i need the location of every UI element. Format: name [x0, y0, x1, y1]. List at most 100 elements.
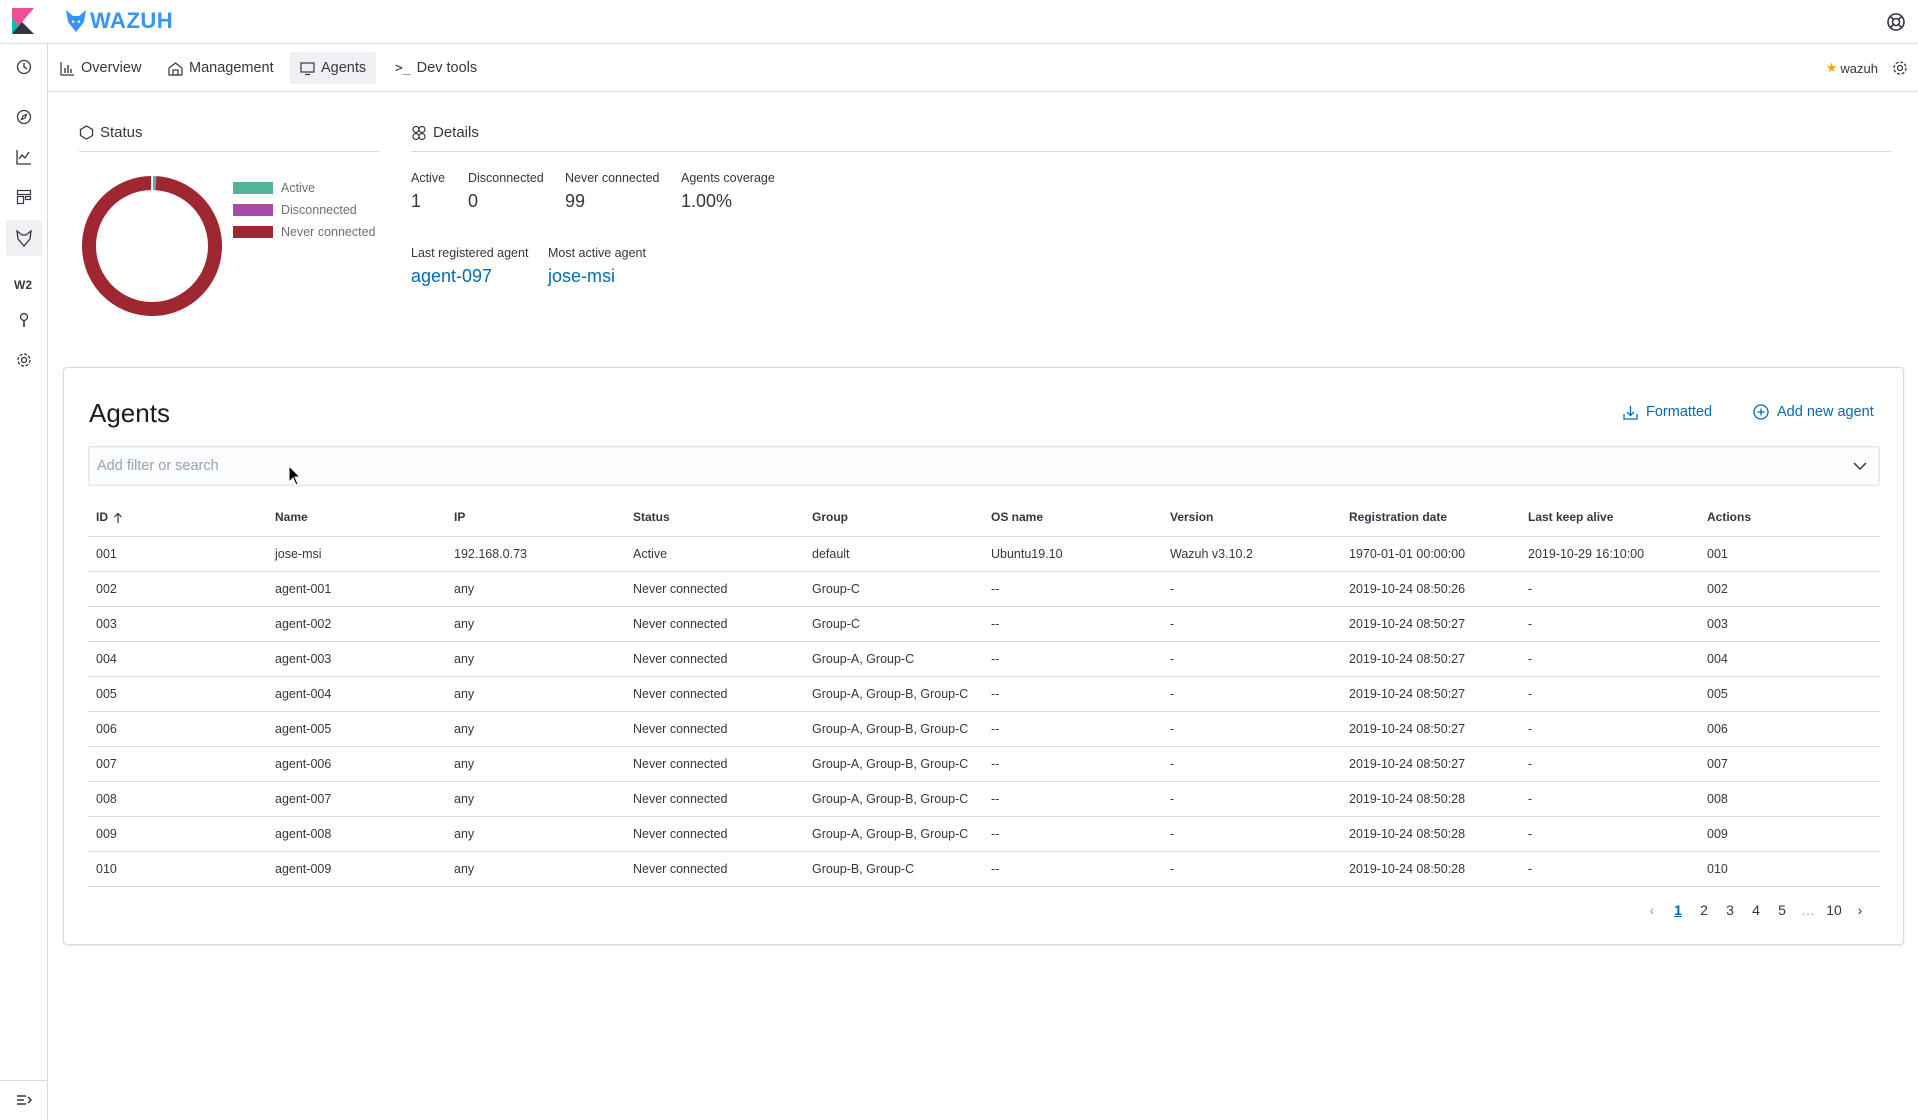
cell-group: default — [804, 536, 983, 572]
col-header-status[interactable]: Status — [625, 498, 804, 537]
cell-version: - — [1162, 606, 1341, 642]
page-1-button[interactable]: 1 — [1665, 902, 1691, 918]
most-active-agent-link[interactable]: jose-msi — [548, 266, 646, 287]
cell-last-keep-alive: - — [1520, 851, 1699, 887]
col-header-os-name[interactable]: OS name — [983, 498, 1162, 537]
agents-search-input[interactable] — [89, 447, 1829, 485]
cell-actions[interactable]: 009 — [1699, 816, 1880, 852]
w2-app-label[interactable]: W2 — [14, 278, 32, 292]
dev-tools-wrench-icon[interactable] — [12, 308, 36, 332]
col-header-actions: Actions — [1699, 498, 1880, 537]
cell-name: agent-006 — [267, 746, 446, 782]
plus-circle-icon — [1753, 404, 1769, 420]
cell-group: Group-A, Group-B, Group-C — [804, 746, 983, 782]
tab-agents[interactable]: Agents — [290, 52, 377, 84]
cell-group: Group-A, Group-B, Group-C — [804, 781, 983, 817]
cell-name: agent-005 — [267, 711, 446, 747]
cell-status: Never connected — [625, 711, 804, 747]
cell-name: jose-msi — [267, 536, 446, 572]
last-registered-agent-link[interactable]: agent-097 — [411, 266, 528, 287]
cell-os-name: -- — [983, 711, 1162, 747]
cell-version: - — [1162, 816, 1341, 852]
col-header-group[interactable]: Group — [804, 498, 983, 537]
table-row[interactable]: 001 jose-msi 192.168.0.73 Active default Ubun… — [88, 536, 1880, 572]
table-row[interactable]: 003 agent-002 any Never connected Group-C -- -… — [88, 606, 1880, 642]
page-10-button[interactable]: 10 — [1821, 902, 1847, 918]
previous-page-icon[interactable]: ‹ — [1639, 902, 1665, 918]
col-header-last-keep-alive[interactable]: Last keep alive — [1520, 498, 1699, 537]
cell-name: agent-007 — [267, 781, 446, 817]
settings-gear-icon[interactable] — [1892, 60, 1908, 76]
page-2-button[interactable]: 2 — [1691, 902, 1717, 918]
cell-last-keep-alive: - — [1520, 571, 1699, 607]
col-header-id[interactable]: ID — [88, 498, 267, 537]
table-row[interactable]: 007 agent-006 any Never connected Group-A, G… — [88, 746, 1880, 782]
next-page-icon[interactable]: › — [1847, 902, 1873, 918]
add-new-agent-button[interactable]: Add new agent — [1753, 404, 1874, 420]
tab-label: Agents — [321, 60, 367, 76]
table-row[interactable]: 002 agent-001 any Never connected Group-C -- -… — [88, 571, 1880, 607]
tab-overview[interactable]: Overview — [50, 52, 151, 84]
dashboard-icon[interactable] — [12, 185, 36, 209]
cell-ip: any — [446, 641, 625, 677]
page-3-button[interactable]: 3 — [1717, 902, 1743, 918]
tab-management[interactable]: Management — [158, 52, 284, 84]
cell-actions[interactable]: 006 — [1699, 711, 1880, 747]
cell-id: 003 — [88, 606, 267, 642]
table-row[interactable]: 005 agent-004 any Never connected Group-A, G… — [88, 676, 1880, 712]
donut-slice-never-connected[interactable] — [82, 176, 222, 316]
cell-actions[interactable]: 010 — [1699, 851, 1880, 887]
stat-value: 1 — [411, 191, 422, 211]
help-icon[interactable] — [1884, 10, 1908, 34]
recent-clock-icon[interactable] — [12, 55, 36, 79]
cell-group: Group-C — [804, 606, 983, 642]
formatted-export-button[interactable]: Formatted — [1623, 404, 1712, 420]
col-header-name[interactable]: Name — [267, 498, 446, 537]
table-row[interactable]: 006 agent-005 any Never connected Group-A, G… — [88, 711, 1880, 747]
collapse-menu-icon[interactable] — [12, 1088, 36, 1112]
cell-actions[interactable]: 005 — [1699, 676, 1880, 712]
tab-dev-tools[interactable]: >_ Dev tools — [385, 52, 487, 84]
cell-actions[interactable]: 003 — [1699, 606, 1880, 642]
stat-label: Agents coverage — [681, 171, 775, 185]
discover-compass-icon[interactable] — [12, 105, 36, 129]
cell-last-keep-alive: - — [1520, 641, 1699, 677]
table-row[interactable]: 008 agent-007 any Never connected Group-A, G… — [88, 781, 1880, 817]
legend-swatch — [233, 204, 273, 216]
cell-actions[interactable]: 001 — [1699, 536, 1880, 572]
page-5-button[interactable]: 5 — [1769, 902, 1795, 918]
stat-value: 99 — [565, 191, 586, 211]
cell-version: - — [1162, 851, 1341, 887]
cell-status: Never connected — [625, 676, 804, 712]
chevron-down-icon[interactable] — [1851, 457, 1869, 475]
cell-id: 008 — [88, 781, 267, 817]
wazuh-app-icon[interactable] — [6, 220, 42, 256]
stat-last-registered-agent: Last registered agent agent-097 — [411, 246, 528, 287]
table-row[interactable]: 010 agent-009 any Never connected Group-B, G… — [88, 851, 1880, 887]
cell-actions[interactable]: 008 — [1699, 781, 1880, 817]
cell-ip: any — [446, 711, 625, 747]
api-selector[interactable]: ★ wazuh — [1826, 60, 1878, 76]
cell-os-name: -- — [983, 781, 1162, 817]
cell-actions[interactable]: 007 — [1699, 746, 1880, 782]
table-row[interactable]: 009 agent-008 any Never connected Group-A, G… — [88, 816, 1880, 852]
status-title-text: Status — [100, 124, 143, 141]
page-4-button[interactable]: 4 — [1743, 902, 1769, 918]
top-header: WAZUH — [0, 0, 1918, 44]
cell-id: 010 — [88, 851, 267, 887]
table-row[interactable]: 004 agent-003 any Never connected Group-A, G… — [88, 641, 1880, 677]
visualize-chart-icon[interactable] — [12, 145, 36, 169]
cell-actions[interactable]: 002 — [1699, 571, 1880, 607]
wazuh-brand[interactable]: WAZUH — [66, 8, 173, 34]
col-header-registration-date[interactable]: Registration date — [1341, 498, 1520, 537]
kibana-logo-icon[interactable] — [12, 8, 34, 34]
legend-item-never-connected: Never connected — [233, 221, 376, 243]
col-header-ip[interactable]: IP — [446, 498, 625, 537]
cell-os-name: -- — [983, 676, 1162, 712]
status-divider — [79, 151, 379, 152]
col-header-version[interactable]: Version — [1162, 498, 1341, 537]
cell-actions[interactable]: 004 — [1699, 641, 1880, 677]
tab-label: Management — [189, 60, 274, 76]
management-gear-icon[interactable] — [12, 348, 36, 372]
cell-group: Group-A, Group-B, Group-C — [804, 676, 983, 712]
